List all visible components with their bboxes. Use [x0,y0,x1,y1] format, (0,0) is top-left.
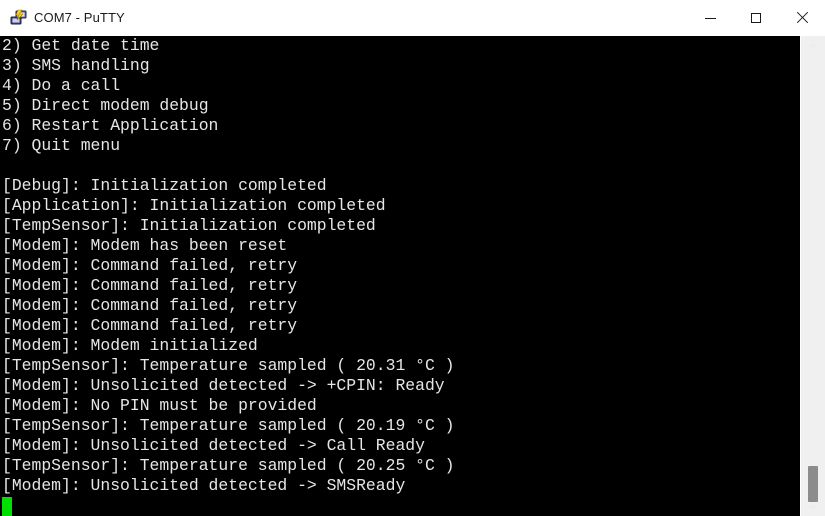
terminal-scrollbar[interactable] [800,36,825,516]
putty-computer-icon [10,9,28,27]
title-bar[interactable]: COM7 - PuTTY [0,0,825,36]
window-controls [687,0,825,36]
terminal-line: [Modem]: Unsolicited detected -> +CPIN: … [2,376,445,395]
scrollbar-down-arrow[interactable] [801,499,825,516]
terminal-line: 3) SMS handling [2,56,150,75]
terminal-line: [Modem]: Unsolicited detected -> Call Re… [2,436,425,455]
close-icon [796,12,808,24]
terminal-line: 6) Restart Application [2,116,219,135]
chevron-down-icon [809,505,817,510]
scrollbar-up-arrow[interactable] [801,36,825,53]
terminal-line: [Modem]: Command failed, retry [2,276,298,295]
chevron-up-icon [809,42,817,47]
terminal-line: 2) Get date time [2,36,160,55]
terminal-line: [Modem]: Command failed, retry [2,296,298,315]
minimize-button[interactable] [687,0,733,36]
terminal-text: 2) Get date time 3) SMS handling 4) Do a c… [2,36,454,496]
maximize-icon [751,13,761,23]
terminal-line: 5) Direct modem debug [2,96,209,115]
terminal-line: [Modem]: Command failed, retry [2,316,298,335]
terminal-line: [Modem]: No PIN must be provided [2,396,317,415]
terminal-line: [TempSensor]: Temperature sampled ( 20.3… [2,356,455,375]
terminal-output-area[interactable]: 2) Get date time 3) SMS handling 4) Do a c… [0,36,800,516]
terminal-line: [TempSensor]: Initialization completed [2,216,376,235]
close-button[interactable] [779,0,825,36]
terminal-line: [Modem]: Command failed, retry [2,256,298,275]
terminal-line: 7) Quit menu [2,136,121,155]
putty-terminal-window: COM7 - PuTTY 2) Get date time 3) SMS hand… [0,0,825,516]
terminal-cursor [2,497,12,516]
terminal-line: [Debug]: Initialization completed [2,176,327,195]
minimize-icon [704,17,716,19]
terminal-line: [Modem]: Modem initialized [2,336,258,355]
terminal-line: [Modem]: Unsolicited detected -> SMSRead… [2,476,406,495]
maximize-button[interactable] [733,0,779,36]
scrollbar-thumb[interactable] [808,466,818,502]
terminal-line: [TempSensor]: Temperature sampled ( 20.2… [2,456,455,475]
terminal-line: [TempSensor]: Temperature sampled ( 20.1… [2,416,455,435]
window-title: COM7 - PuTTY [34,10,125,25]
terminal-line: [Modem]: Modem has been reset [2,236,288,255]
terminal-line: 4) Do a call [2,76,121,95]
terminal-line: [Application]: Initialization completed [2,196,386,215]
